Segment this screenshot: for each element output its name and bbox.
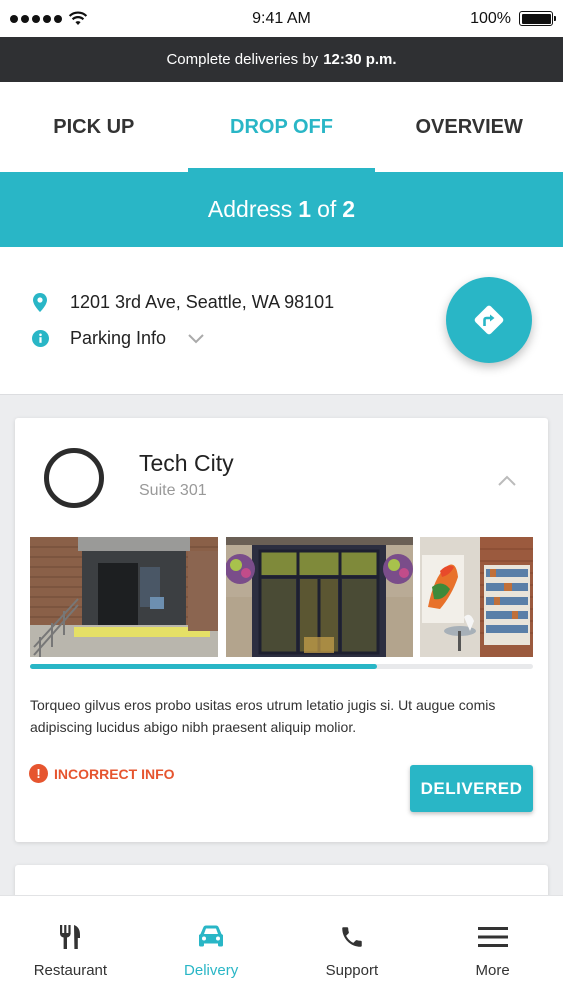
tab-drop-off[interactable]: DROP OFF (187, 82, 376, 172)
nav-delivery-label: Delivery (184, 962, 239, 979)
chevron-down-icon (188, 328, 204, 349)
address-counter-total: 2 (342, 196, 356, 222)
nav-support[interactable]: Support (282, 896, 423, 1000)
status-bar: 9:41 AM 100% (0, 0, 563, 37)
cell-signal-icon (10, 14, 62, 23)
directions-icon (474, 305, 504, 335)
banner-text: Complete deliveries by (166, 51, 319, 68)
incorrect-info-link[interactable]: ! INCORRECT INFO (29, 764, 175, 783)
car-icon (198, 922, 224, 952)
stop-description: Torqueo gilvus eros probo usitas eros ut… (30, 697, 496, 735)
photo-entrance-doors[interactable] (226, 537, 413, 657)
banner-deadline: 12:30 p.m. (323, 51, 397, 68)
stop-title: Tech City (139, 450, 234, 476)
photo-loading-dock[interactable] (30, 537, 218, 657)
address-text: 1201 3rd Ave, Seattle, WA 98101 (70, 292, 335, 312)
photo-progress-track (30, 664, 533, 669)
navigate-button[interactable] (446, 277, 532, 363)
address-counter: Address 1 of 2 (0, 172, 563, 247)
bottom-nav: Restaurant Delivery Support More (0, 895, 563, 1000)
status-time: 9:41 AM (252, 9, 311, 27)
photo-lobby[interactable] (420, 537, 533, 657)
nav-restaurant-label: Restaurant (33, 962, 108, 979)
address-counter-prefix: Address (207, 196, 293, 222)
parking-info-toggle[interactable]: Parking Info (30, 328, 204, 349)
signal-indicators (10, 11, 150, 26)
menu-icon (477, 922, 508, 952)
tab-pick-up[interactable]: PICK UP (0, 82, 188, 172)
stop-card: Tech City Suite 301 Torqueo gilvus eros … (15, 418, 548, 842)
nav-support-label: Support (325, 962, 379, 979)
warning-icon: ! (29, 764, 48, 783)
deadline-banner: Complete deliveries by 12:30 p.m. (0, 37, 563, 82)
tab-overview[interactable]: OVERVIEW (375, 82, 563, 172)
chevron-up-icon[interactable] (498, 473, 516, 491)
info-icon (30, 330, 50, 347)
incorrect-info-label: INCORRECT INFO (54, 765, 175, 782)
nav-more-label: More (475, 962, 510, 979)
nav-restaurant[interactable]: Restaurant (0, 896, 141, 1000)
battery-icon (519, 11, 556, 26)
location-pin-icon (30, 293, 50, 312)
wifi-icon (68, 11, 88, 25)
stop-subtitle: Suite 301 (139, 482, 207, 499)
delivered-button[interactable]: DELIVERED (410, 765, 533, 812)
fork-knife-icon (57, 922, 83, 952)
battery-status: 100% (413, 9, 556, 28)
battery-percent: 100% (470, 9, 511, 27)
address-counter-current: 1 (298, 196, 312, 222)
address-row: 1201 3rd Ave, Seattle, WA 98101 (30, 292, 334, 313)
tab-bar: PICK UP DROP OFF OVERVIEW (0, 82, 563, 172)
photo-carousel[interactable] (30, 537, 533, 659)
photo-progress-fill (30, 664, 378, 669)
nav-more[interactable]: More (422, 896, 563, 1000)
phone-icon (339, 922, 365, 952)
nav-delivery[interactable]: Delivery (141, 896, 282, 1000)
stop-status-circle[interactable] (44, 448, 104, 508)
address-panel: 1201 3rd Ave, Seattle, WA 98101 Parking … (0, 247, 563, 395)
address-counter-of: of (317, 196, 337, 222)
parking-info-label: Parking Info (70, 328, 167, 348)
